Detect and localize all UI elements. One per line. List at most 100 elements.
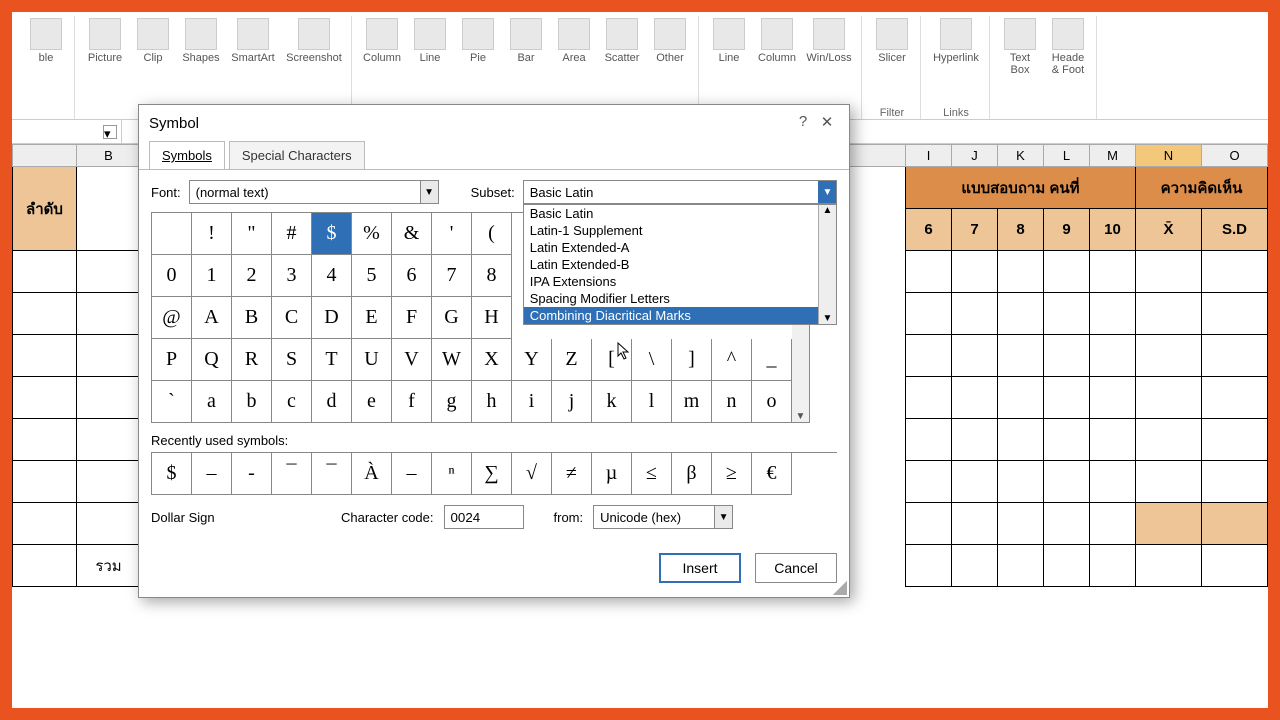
font-combo[interactable]: (normal text) ▼	[189, 180, 439, 204]
recent-symbol-cell[interactable]: -	[232, 453, 272, 495]
subset-dropdown[interactable]: ▲ ▼ Basic LatinLatin-1 Supplement Latin E…	[523, 204, 837, 325]
symbol-cell[interactable]: ]	[672, 339, 712, 381]
recent-symbol-cell[interactable]: $	[152, 453, 192, 495]
symbol-cell[interactable]: S	[272, 339, 312, 381]
recent-symbol-cell[interactable]: –	[392, 453, 432, 495]
symbol-cell[interactable]: m	[672, 381, 712, 423]
symbol-cell[interactable]: i	[512, 381, 552, 423]
recent-symbol-cell[interactable]: ≤	[632, 453, 672, 495]
symbol-cell[interactable]: f	[392, 381, 432, 423]
symbol-cell[interactable]: 5	[352, 255, 392, 297]
ribbon-slicer[interactable]: Slicer	[868, 16, 916, 64]
symbol-cell[interactable]: Z	[552, 339, 592, 381]
symbol-cell[interactable]: d	[312, 381, 352, 423]
from-combo[interactable]: Unicode (hex) ▼	[593, 505, 733, 529]
symbol-cell[interactable]: !	[192, 213, 232, 255]
subset-option[interactable]: Latin-1 Supplement	[524, 222, 836, 239]
tab-special-characters[interactable]: Special Characters	[229, 141, 365, 169]
recent-symbol-cell[interactable]: √	[512, 453, 552, 495]
close-button[interactable]: ✕	[815, 113, 839, 133]
chevron-down-icon[interactable]: ▾	[103, 125, 117, 139]
scroll-down-icon[interactable]: ▼	[796, 411, 806, 422]
resize-grip[interactable]	[833, 581, 847, 595]
ribbon-hyperlink[interactable]: Hyperlink	[927, 16, 985, 64]
recent-symbol-cell[interactable]: ¯	[312, 453, 352, 495]
subset-combo[interactable]: Basic Latin ▼	[523, 180, 837, 204]
symbol-cell[interactable]: D	[312, 297, 352, 339]
symbol-cell[interactable]: l	[632, 381, 672, 423]
recent-symbol-cell[interactable]: ‒	[192, 453, 232, 495]
subset-option[interactable]: Basic Latin	[524, 205, 836, 222]
char-code-input[interactable]	[444, 505, 524, 529]
subset-option[interactable]: IPA Extensions	[524, 273, 836, 290]
symbol-cell[interactable]: `	[152, 381, 192, 423]
ribbon-spark-column[interactable]: Column	[753, 16, 801, 64]
ribbon-picture[interactable]: Picture	[81, 16, 129, 64]
recent-symbol-cell[interactable]: À	[352, 453, 392, 495]
symbol-cell[interactable]: Y	[512, 339, 552, 381]
symbol-cell[interactable]: 0	[152, 255, 192, 297]
symbol-cell[interactable]: h	[472, 381, 512, 423]
symbol-cell[interactable]: #	[272, 213, 312, 255]
scrollbar[interactable]: ▲ ▼	[818, 205, 836, 324]
symbol-cell[interactable]: e	[352, 381, 392, 423]
symbol-cell[interactable]: 8	[472, 255, 512, 297]
ribbon-chart-other[interactable]: Other	[646, 16, 694, 64]
symbol-cell[interactable]: "	[232, 213, 272, 255]
scroll-up-icon[interactable]: ▲	[819, 205, 836, 216]
symbol-cell[interactable]	[152, 213, 192, 255]
ribbon-table[interactable]: ble	[22, 16, 70, 64]
symbol-cell[interactable]: F	[392, 297, 432, 339]
chevron-down-icon[interactable]: ▼	[714, 506, 732, 528]
symbol-cell[interactable]: A	[192, 297, 232, 339]
symbol-cell[interactable]: j	[552, 381, 592, 423]
symbol-cell[interactable]: B	[232, 297, 272, 339]
symbol-cell[interactable]: G	[432, 297, 472, 339]
tab-symbols[interactable]: Symbols	[149, 141, 225, 169]
scroll-down-icon[interactable]: ▼	[819, 313, 836, 324]
symbol-cell[interactable]: X	[472, 339, 512, 381]
recent-symbol-cell[interactable]: €	[752, 453, 792, 495]
symbol-cell[interactable]: 1	[192, 255, 232, 297]
symbol-cell[interactable]: b	[232, 381, 272, 423]
subset-option[interactable]: Latin Extended-B	[524, 256, 836, 273]
insert-button[interactable]: Insert	[659, 553, 741, 583]
ribbon-chart-line[interactable]: Line	[406, 16, 454, 64]
symbol-cell[interactable]: V	[392, 339, 432, 381]
symbol-cell[interactable]: ^	[712, 339, 752, 381]
symbol-cell[interactable]: H	[472, 297, 512, 339]
recent-symbol-cell[interactable]: µ	[592, 453, 632, 495]
symbol-cell[interactable]: 3	[272, 255, 312, 297]
symbol-cell[interactable]: 4	[312, 255, 352, 297]
symbol-cell[interactable]: W	[432, 339, 472, 381]
symbol-cell[interactable]: k	[592, 381, 632, 423]
symbol-cell[interactable]: U	[352, 339, 392, 381]
ribbon-spark-winloss[interactable]: Win/Loss	[801, 16, 857, 64]
symbol-cell[interactable]: 6	[392, 255, 432, 297]
recent-symbols[interactable]: $‒-¯¯À–ⁿ∑√≠µ≤β≥€	[151, 452, 837, 495]
symbol-cell[interactable]: E	[352, 297, 392, 339]
ribbon-screenshot[interactable]: Screenshot	[281, 16, 347, 64]
recent-symbol-cell[interactable]: β	[672, 453, 712, 495]
ribbon-textbox[interactable]: Text Box	[996, 16, 1044, 76]
ribbon-chart-area[interactable]: Area	[550, 16, 598, 64]
ribbon-clip[interactable]: Clip	[129, 16, 177, 64]
symbol-cell[interactable]: g	[432, 381, 472, 423]
recent-symbol-cell[interactable]: ≥	[712, 453, 752, 495]
subset-option[interactable]: Spacing Modifier Letters	[524, 290, 836, 307]
symbol-cell[interactable]: '	[432, 213, 472, 255]
ribbon-chart-pie[interactable]: Pie	[454, 16, 502, 64]
symbol-cell[interactable]: \	[632, 339, 672, 381]
symbol-cell[interactable]: c	[272, 381, 312, 423]
symbol-cell[interactable]: n	[712, 381, 752, 423]
chevron-down-icon[interactable]: ▼	[818, 181, 836, 203]
symbol-cell[interactable]: %	[352, 213, 392, 255]
cancel-button[interactable]: Cancel	[755, 553, 837, 583]
ribbon-chart-scatter[interactable]: Scatter	[598, 16, 646, 64]
recent-symbol-cell[interactable]: ¯	[272, 453, 312, 495]
symbol-cell[interactable]: @	[152, 297, 192, 339]
symbol-cell[interactable]: (	[472, 213, 512, 255]
recent-symbol-cell[interactable]: ⁿ	[432, 453, 472, 495]
ribbon-chart-bar[interactable]: Bar	[502, 16, 550, 64]
name-box[interactable]: ▾	[12, 120, 122, 143]
